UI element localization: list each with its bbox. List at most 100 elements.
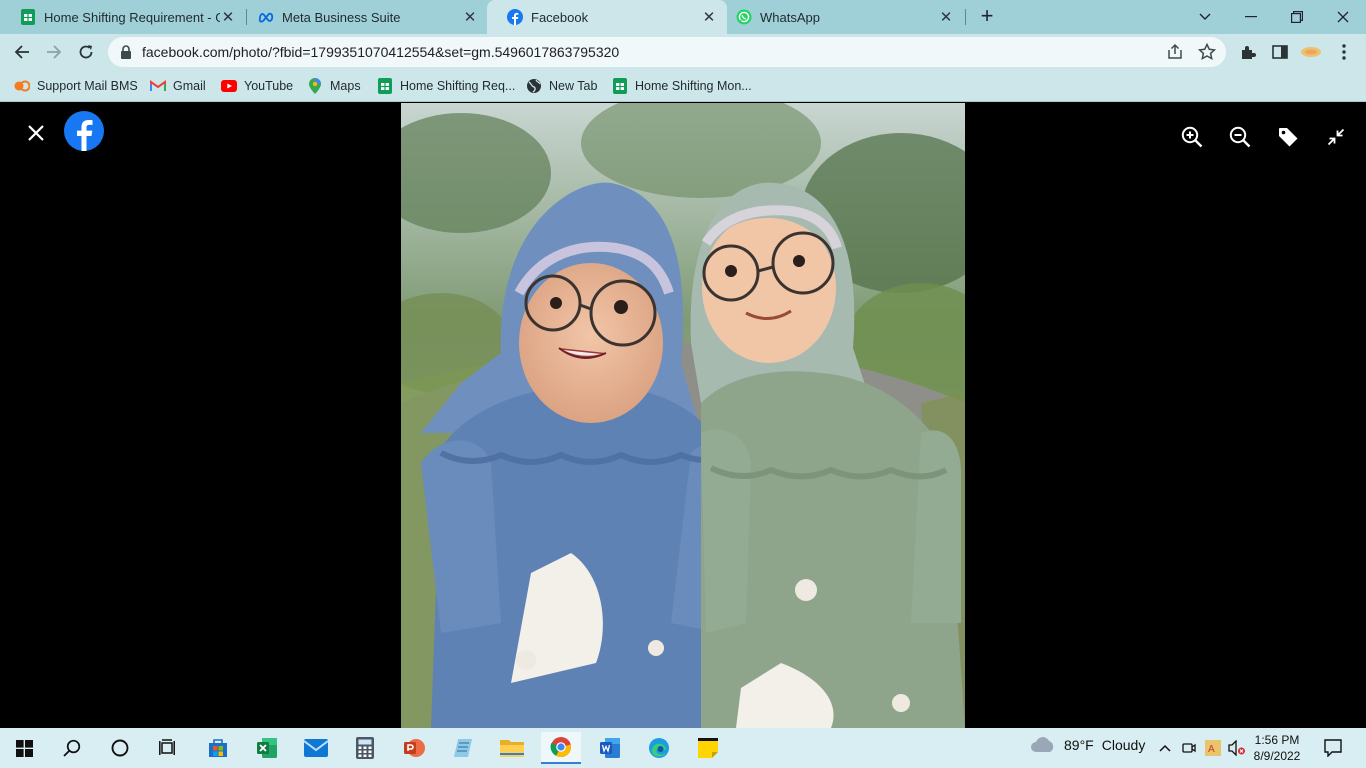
bookmark-label: Support Mail BMS: [37, 79, 138, 93]
bookmark-label: Maps: [330, 79, 361, 93]
calculator-button[interactable]: [345, 732, 385, 764]
share-icon[interactable]: [1166, 43, 1184, 66]
bookmark-home-shifting-mon[interactable]: Home Shifting Mon...: [612, 76, 752, 96]
file-explorer-icon: [500, 740, 524, 757]
close-icon: [1337, 11, 1349, 23]
gmail-icon: [150, 78, 166, 94]
notification-center-button[interactable]: [1322, 736, 1344, 760]
notification-icon: [1324, 739, 1342, 757]
reload-button[interactable]: [72, 38, 100, 66]
notepad-button[interactable]: [443, 732, 483, 764]
svg-text:A: A: [1208, 744, 1215, 755]
taskbar-clock[interactable]: 1:56 PM 8/9/2022: [1250, 732, 1304, 764]
close-viewer-button[interactable]: [22, 119, 50, 147]
photo[interactable]: [401, 103, 965, 728]
close-tab-icon[interactable]: ✕: [938, 9, 954, 26]
bookmarks-bar: Support Mail BMS Gmail YouTube Maps Home…: [0, 70, 1366, 102]
extensions-icon[interactable]: [1236, 40, 1260, 64]
task-view-button[interactable]: [148, 732, 188, 764]
tab-home-shifting[interactable]: Home Shifting Requirement - Go ✕: [0, 0, 246, 34]
forward-button[interactable]: [40, 38, 68, 66]
tab-whatsapp[interactable]: WhatsApp ✕: [716, 0, 964, 34]
task-view-icon: [159, 739, 175, 755]
mail-button[interactable]: [296, 732, 336, 764]
minimize-button[interactable]: [1228, 0, 1274, 34]
mail-icon: [304, 739, 328, 757]
bookmark-support-mail-bms[interactable]: Support Mail BMS: [14, 76, 138, 96]
weather-temperature: 89°F: [1064, 737, 1094, 753]
facebook-logo-button[interactable]: [64, 111, 104, 151]
globe-icon: [526, 78, 542, 94]
restore-button[interactable]: [1274, 0, 1320, 34]
maps-icon: [307, 78, 323, 94]
lock-icon[interactable]: [120, 45, 132, 64]
volume-muted-icon[interactable]: [1228, 738, 1246, 758]
close-tab-icon[interactable]: ✕: [462, 9, 478, 26]
profile-avatar[interactable]: [1299, 40, 1323, 64]
word-icon: [600, 738, 620, 758]
chrome-button[interactable]: [541, 732, 581, 764]
tag-photo-button[interactable]: [1274, 123, 1302, 151]
tab-meta-business-suite[interactable]: Meta Business Suite ✕: [238, 0, 488, 34]
weather-widget[interactable]: 89°F Cloudy: [1030, 737, 1145, 753]
bookmark-label: New Tab: [549, 79, 598, 93]
bookmark-home-shifting-req[interactable]: Home Shifting Req...: [377, 76, 515, 96]
microsoft-store-button[interactable]: [198, 732, 238, 764]
browser-menu-icon[interactable]: [1332, 40, 1356, 64]
whatsapp-icon: [736, 9, 752, 25]
sticky-notes-button[interactable]: [688, 732, 728, 764]
browser-toolbar: facebook.com/photo/?fbid=179935107041255…: [0, 34, 1366, 70]
clock-time: 1:56 PM: [1254, 733, 1300, 747]
bookmark-gmail[interactable]: Gmail: [150, 76, 206, 96]
bookmark-new-tab[interactable]: New Tab: [526, 76, 597, 96]
facebook-icon: [507, 9, 523, 25]
cloud-icon: [1031, 737, 1054, 752]
file-explorer-button[interactable]: [492, 732, 532, 764]
url-text[interactable]: facebook.com/photo/?fbid=179935107041255…: [142, 44, 619, 60]
start-icon: [15, 739, 33, 757]
photo-image: [401, 103, 965, 728]
facebook-icon: [64, 111, 104, 151]
back-button[interactable]: [8, 38, 36, 66]
word-button[interactable]: [590, 732, 630, 764]
exit-fullscreen-button[interactable]: [1322, 123, 1350, 151]
bookmark-label: Home Shifting Req...: [400, 79, 516, 93]
close-tab-icon[interactable]: ✕: [701, 9, 717, 26]
cortana-icon: [111, 739, 129, 757]
language-icon[interactable]: A: [1204, 738, 1222, 758]
exit-fullscreen-icon: [1327, 128, 1345, 146]
tab-title: WhatsApp: [760, 9, 820, 25]
bookmark-star-icon[interactable]: [1197, 42, 1217, 66]
tab-divider: [965, 9, 966, 25]
zoom-out-button[interactable]: [1226, 123, 1254, 151]
sticky-notes-icon: [698, 738, 718, 758]
search-button[interactable]: [52, 732, 92, 764]
close-tab-icon[interactable]: ✕: [220, 9, 236, 26]
tab-search-button[interactable]: [1182, 0, 1228, 34]
tag-icon: [1279, 128, 1298, 147]
edge-button[interactable]: [639, 732, 679, 764]
tab-facebook[interactable]: Facebook ✕: [487, 0, 727, 34]
close-icon: [28, 125, 44, 141]
zoom-in-button[interactable]: [1178, 123, 1206, 151]
excel-button[interactable]: [247, 732, 287, 764]
edge-icon: [649, 738, 669, 758]
reload-icon: [79, 45, 93, 59]
bookmark-label: YouTube: [244, 79, 294, 93]
address-bar[interactable]: facebook.com/photo/?fbid=179935107041255…: [108, 37, 1226, 67]
close-window-button[interactable]: [1320, 0, 1366, 34]
bookmark-maps[interactable]: Maps: [307, 76, 361, 96]
show-hidden-icons-button[interactable]: [1156, 738, 1174, 758]
photo-viewer: [0, 103, 1366, 728]
meet-now-icon[interactable]: [1180, 738, 1198, 758]
bookmark-youtube[interactable]: YouTube: [221, 76, 293, 96]
start-button[interactable]: [4, 732, 44, 764]
youtube-icon: [221, 78, 237, 94]
tab-title: Facebook: [531, 9, 589, 25]
powerpoint-button[interactable]: [394, 732, 434, 764]
chevron-down-icon: [1199, 13, 1211, 20]
cortana-button[interactable]: [100, 732, 140, 764]
side-panel-icon[interactable]: [1268, 40, 1292, 64]
tab-title: Meta Business Suite: [282, 9, 401, 25]
new-tab-button[interactable]: +: [976, 5, 998, 29]
